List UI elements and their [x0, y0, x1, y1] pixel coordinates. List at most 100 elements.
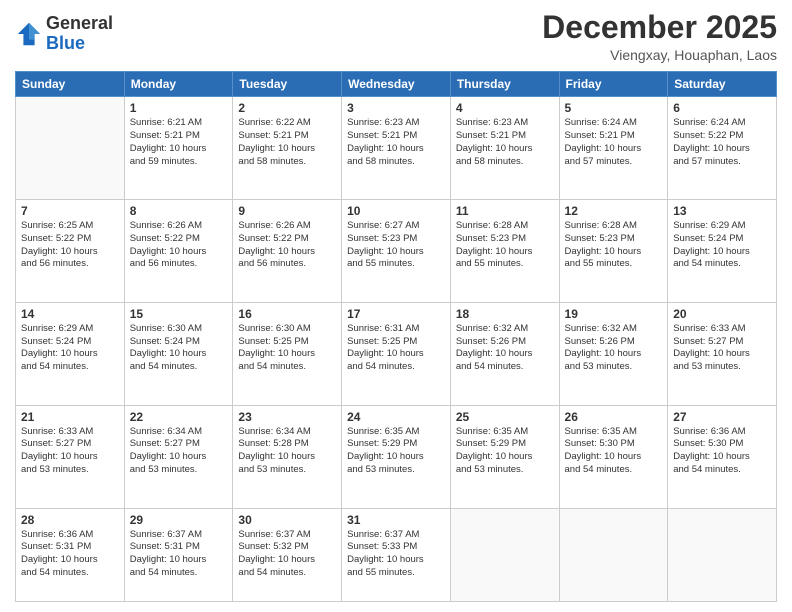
table-row: 27Sunrise: 6:36 AMSunset: 5:30 PMDayligh… [668, 405, 777, 508]
cell-info: Sunrise: 6:32 AMSunset: 5:26 PMDaylight:… [565, 323, 663, 374]
table-row: 12 Sunrise: 6:28 AMSunset: 5:23 PMDayligh… [559, 200, 668, 303]
day-number: 1 [130, 101, 228, 115]
cell-info: Sunrise: 6:25 AMSunset: 5:22 PMDaylight:… [21, 220, 119, 271]
col-friday: Friday [559, 72, 668, 97]
table-row: 4Sunrise: 6:23 AMSunset: 5:21 PMDaylight… [450, 97, 559, 200]
calendar-week-2: 7Sunrise: 6:25 AMSunset: 5:22 PMDaylight… [16, 200, 777, 303]
location-subtitle: Viengxay, Houaphan, Laos [542, 47, 777, 63]
logo-text: General Blue [46, 14, 113, 54]
logo-blue-text: Blue [46, 34, 113, 54]
cell-info: Sunrise: 6:21 AMSunset: 5:21 PMDaylight:… [130, 117, 228, 168]
table-row: 22Sunrise: 6:34 AMSunset: 5:27 PMDayligh… [124, 405, 233, 508]
col-tuesday: Tuesday [233, 72, 342, 97]
day-number: 25 [456, 410, 554, 424]
cell-info: Sunrise: 6:23 AMSunset: 5:21 PMDaylight:… [347, 117, 445, 168]
table-row: 20 Sunrise: 6:33 AMSunset: 5:27 PMDayligh… [668, 302, 777, 405]
day-number: 15 [130, 307, 228, 321]
table-row: 24 Sunrise: 6:35 AMSunset: 5:29 PMDayligh… [342, 405, 451, 508]
table-row: 18 Sunrise: 6:32 AMSunset: 5:26 PMDayligh… [450, 302, 559, 405]
day-number: 19 [565, 307, 663, 321]
cell-info: Sunrise: 6:29 AMSunset: 5:24 PMDaylight:… [21, 323, 119, 374]
table-row: 2 Sunrise: 6:22 AMSunset: 5:21 PMDaylight… [233, 97, 342, 200]
col-monday: Monday [124, 72, 233, 97]
day-number: 18 [456, 307, 554, 321]
month-title: December 2025 [542, 10, 777, 45]
col-saturday: Saturday [668, 72, 777, 97]
calendar-table: Sunday Monday Tuesday Wednesday Thursday… [15, 71, 777, 602]
table-row: 6 Sunrise: 6:24 AMSunset: 5:22 PMDaylight… [668, 97, 777, 200]
table-row: 19 Sunrise: 6:32 AMSunset: 5:26 PMDayligh… [559, 302, 668, 405]
header: General Blue December 2025 Viengxay, Hou… [15, 10, 777, 63]
cell-info: Sunrise: 6:22 AMSunset: 5:21 PMDaylight:… [238, 117, 336, 168]
table-row [559, 508, 668, 602]
cell-info: Sunrise: 6:34 AMSunset: 5:28 PMDaylight:… [238, 426, 336, 477]
day-number: 30 [238, 513, 336, 527]
day-number: 9 [238, 204, 336, 218]
day-number: 2 [238, 101, 336, 115]
table-row: 26Sunrise: 6:35 AMSunset: 5:30 PMDayligh… [559, 405, 668, 508]
cell-info: Sunrise: 6:30 AMSunset: 5:25 PMDaylight:… [238, 323, 336, 374]
cell-info: Sunrise: 6:28 AMSunset: 5:23 PMDaylight:… [456, 220, 554, 271]
table-row: 14 Sunrise: 6:29 AMSunset: 5:24 PMDayligh… [16, 302, 125, 405]
day-number: 26 [565, 410, 663, 424]
cell-info: Sunrise: 6:28 AMSunset: 5:23 PMDaylight:… [565, 220, 663, 271]
table-row: 13 Sunrise: 6:29 AMSunset: 5:24 PMDayligh… [668, 200, 777, 303]
header-row: Sunday Monday Tuesday Wednesday Thursday… [16, 72, 777, 97]
logo-icon [15, 20, 43, 48]
day-number: 24 [347, 410, 445, 424]
table-row: 31Sunrise: 6:37 AMSunset: 5:33 PMDayligh… [342, 508, 451, 602]
day-number: 12 [565, 204, 663, 218]
table-row: 17 Sunrise: 6:31 AMSunset: 5:25 PMDayligh… [342, 302, 451, 405]
day-number: 6 [673, 101, 771, 115]
cell-info: Sunrise: 6:37 AMSunset: 5:33 PMDaylight:… [347, 529, 445, 580]
day-number: 11 [456, 204, 554, 218]
table-row: 21Sunrise: 6:33 AMSunset: 5:27 PMDayligh… [16, 405, 125, 508]
day-number: 21 [21, 410, 119, 424]
calendar-week-3: 14 Sunrise: 6:29 AMSunset: 5:24 PMDayligh… [16, 302, 777, 405]
day-number: 5 [565, 101, 663, 115]
cell-info: Sunrise: 6:24 AMSunset: 5:22 PMDaylight:… [673, 117, 771, 168]
day-number: 28 [21, 513, 119, 527]
table-row: 25 Sunrise: 6:35 AMSunset: 5:29 PMDayligh… [450, 405, 559, 508]
table-row [668, 508, 777, 602]
cell-info: Sunrise: 6:37 AMSunset: 5:32 PMDaylight:… [238, 529, 336, 580]
table-row: 10Sunrise: 6:27 AMSunset: 5:23 PMDayligh… [342, 200, 451, 303]
col-thursday: Thursday [450, 72, 559, 97]
page: General Blue December 2025 Viengxay, Hou… [0, 0, 792, 612]
cell-info: Sunrise: 6:26 AMSunset: 5:22 PMDaylight:… [238, 220, 336, 271]
cell-info: Sunrise: 6:37 AMSunset: 5:31 PMDaylight:… [130, 529, 228, 580]
table-row: 28 Sunrise: 6:36 AMSunset: 5:31 PMDayligh… [16, 508, 125, 602]
day-number: 20 [673, 307, 771, 321]
cell-info: Sunrise: 6:32 AMSunset: 5:26 PMDaylight:… [456, 323, 554, 374]
calendar-week-1: 1 Sunrise: 6:21 AMSunset: 5:21 PMDaylight… [16, 97, 777, 200]
table-row: 29 Sunrise: 6:37 AMSunset: 5:31 PMDayligh… [124, 508, 233, 602]
day-number: 22 [130, 410, 228, 424]
table-row [450, 508, 559, 602]
day-number: 3 [347, 101, 445, 115]
table-row: 16Sunrise: 6:30 AMSunset: 5:25 PMDayligh… [233, 302, 342, 405]
cell-info: Sunrise: 6:31 AMSunset: 5:25 PMDaylight:… [347, 323, 445, 374]
table-row: 23 Sunrise: 6:34 AMSunset: 5:28 PMDayligh… [233, 405, 342, 508]
day-number: 17 [347, 307, 445, 321]
calendar-week-4: 21Sunrise: 6:33 AMSunset: 5:27 PMDayligh… [16, 405, 777, 508]
table-row: 8Sunrise: 6:26 AMSunset: 5:22 PMDaylight… [124, 200, 233, 303]
cell-info: Sunrise: 6:36 AMSunset: 5:31 PMDaylight:… [21, 529, 119, 580]
cell-info: Sunrise: 6:35 AMSunset: 5:29 PMDaylight:… [347, 426, 445, 477]
cell-info: Sunrise: 6:35 AMSunset: 5:29 PMDaylight:… [456, 426, 554, 477]
day-number: 23 [238, 410, 336, 424]
day-number: 13 [673, 204, 771, 218]
table-row: 15 Sunrise: 6:30 AMSunset: 5:24 PMDayligh… [124, 302, 233, 405]
cell-info: Sunrise: 6:30 AMSunset: 5:24 PMDaylight:… [130, 323, 228, 374]
day-number: 14 [21, 307, 119, 321]
table-row: 11 Sunrise: 6:28 AMSunset: 5:23 PMDayligh… [450, 200, 559, 303]
calendar-week-5: 28 Sunrise: 6:36 AMSunset: 5:31 PMDayligh… [16, 508, 777, 602]
table-row: 30 Sunrise: 6:37 AMSunset: 5:32 PMDayligh… [233, 508, 342, 602]
table-row [16, 97, 125, 200]
day-number: 10 [347, 204, 445, 218]
cell-info: Sunrise: 6:33 AMSunset: 5:27 PMDaylight:… [673, 323, 771, 374]
cell-info: Sunrise: 6:29 AMSunset: 5:24 PMDaylight:… [673, 220, 771, 271]
day-number: 29 [130, 513, 228, 527]
day-number: 27 [673, 410, 771, 424]
table-row: 7Sunrise: 6:25 AMSunset: 5:22 PMDaylight… [16, 200, 125, 303]
table-row: 1 Sunrise: 6:21 AMSunset: 5:21 PMDaylight… [124, 97, 233, 200]
